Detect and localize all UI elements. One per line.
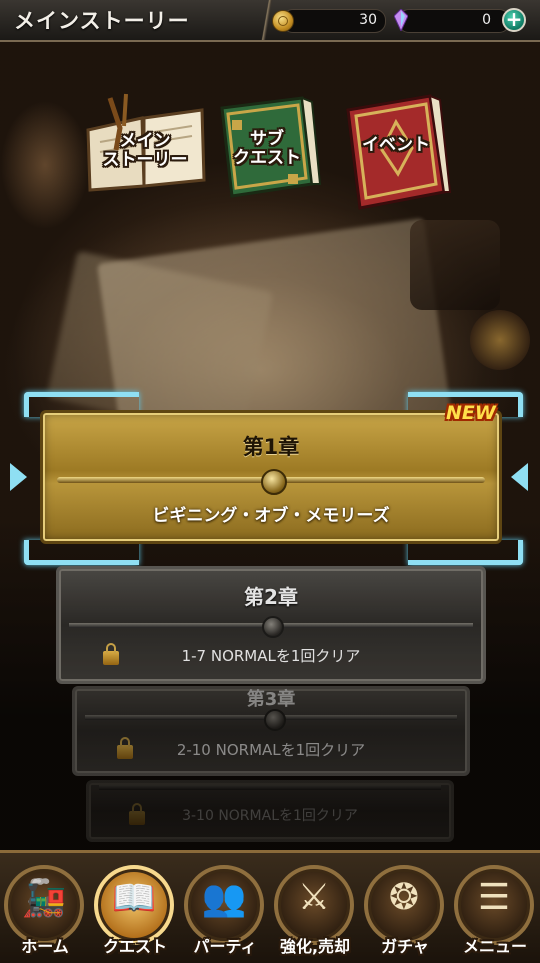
event-label: イベント bbox=[362, 135, 430, 155]
chapter-1-subtitle: ビギニング・オブ・メモリーズ bbox=[152, 506, 390, 526]
plate-rivet bbox=[261, 469, 287, 495]
scroll-icon: ❂ bbox=[388, 877, 420, 918]
nav-quest-label: クエスト bbox=[102, 937, 167, 956]
swords-icon: ⚔ bbox=[297, 877, 331, 918]
menu-icon: ☰ bbox=[477, 877, 511, 918]
chapter-2-requirement: 1-7 NORMALを1回クリア bbox=[181, 647, 361, 665]
main-story-book-button[interactable]: メイン ストーリー bbox=[80, 90, 210, 200]
coin-count: 30 bbox=[359, 12, 377, 28]
coin-icon bbox=[272, 10, 294, 32]
gem-count: 0 bbox=[482, 12, 491, 28]
nav-party-label: パーティ bbox=[193, 937, 257, 956]
plate-divider bbox=[99, 785, 441, 790]
add-gem-button[interactable]: + bbox=[502, 8, 526, 32]
chapter-3-requirement: 2-10 NORMALを1回クリア bbox=[176, 741, 366, 759]
nav-gacha-label: ガチャ bbox=[381, 937, 429, 956]
gem-counter: 0 bbox=[398, 9, 510, 33]
new-badge: NEW bbox=[446, 402, 496, 424]
previous-arrow-icon[interactable] bbox=[10, 463, 27, 491]
plate-rivet bbox=[262, 616, 284, 638]
train-icon: 🚂 bbox=[21, 878, 67, 919]
chapter-3-plate[interactable]: 第3章 2-10 NORMALを1回クリア bbox=[72, 686, 470, 776]
sub-quest-label: サブ クエスト bbox=[233, 129, 301, 168]
plate-rivet bbox=[264, 709, 286, 731]
coin-counter: 30 bbox=[282, 9, 386, 33]
header-bar: メインストーリー 30 0 + bbox=[0, 0, 540, 42]
chapter-1-title: 第1章 bbox=[242, 435, 300, 459]
nav-enhance-sell-label: 強化,売却 bbox=[279, 937, 351, 956]
gem-icon bbox=[394, 9, 408, 31]
nav-party-button[interactable]: 👥 パーティ bbox=[182, 859, 268, 959]
background-lamp bbox=[0, 100, 90, 230]
sub-quest-book-button[interactable]: サブ クエスト bbox=[212, 92, 322, 202]
nav-gacha-button[interactable]: ❂ ガチャ bbox=[362, 859, 448, 959]
book-icon: 📖 bbox=[111, 878, 157, 919]
chapter-3-title: 第3章 bbox=[246, 689, 296, 710]
next-arrow-icon[interactable] bbox=[511, 463, 528, 491]
bottom-nav: 🚂 ホーム 📖 クエスト 👥 パーティ ⚔ 強化,売却 ❂ ガチャ ☰ メニュー bbox=[0, 850, 540, 963]
background-candle bbox=[470, 310, 530, 370]
background-inkwell bbox=[410, 220, 500, 310]
chapter-4-plate[interactable]: 3-10 NORMALを1回クリア bbox=[86, 780, 454, 842]
nav-enhance-sell-button[interactable]: ⚔ 強化,売却 bbox=[272, 859, 358, 959]
nav-home-label: ホーム bbox=[21, 937, 69, 956]
chapter-2-plate[interactable]: 第2章 1-7 NORMALを1回クリア bbox=[56, 566, 486, 684]
nav-quest-button[interactable]: 📖 クエスト bbox=[92, 859, 178, 959]
event-book-button[interactable]: イベント bbox=[340, 92, 452, 212]
chapter-1-plate[interactable]: 第1章 ビギニング・オブ・メモリーズ bbox=[40, 410, 502, 544]
party-icon: 👥 bbox=[201, 878, 247, 919]
main-story-label: メイン ストーリー bbox=[102, 131, 188, 170]
nav-menu-label: メニュー bbox=[462, 937, 527, 956]
chapter-2-title: 第2章 bbox=[244, 585, 298, 609]
chapter-4-requirement: 3-10 NORMALを1回クリア bbox=[182, 808, 358, 824]
page-title: メインストーリー bbox=[14, 9, 190, 33]
nav-home-button[interactable]: 🚂 ホーム bbox=[2, 859, 88, 959]
nav-menu-button[interactable]: ☰ メニュー bbox=[452, 859, 538, 959]
